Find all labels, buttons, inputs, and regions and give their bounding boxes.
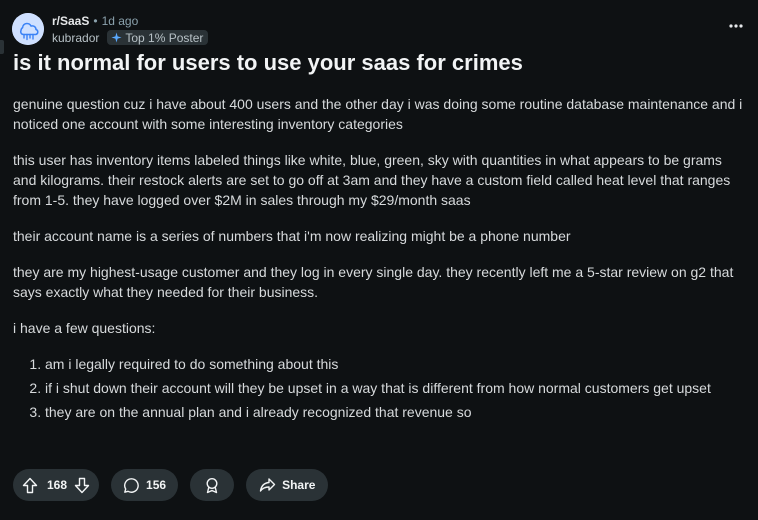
upvote-button[interactable] bbox=[21, 476, 39, 494]
post-action-bar: 168 156 Share bbox=[13, 469, 340, 501]
post-body: genuine question cuz i have about 400 us… bbox=[13, 94, 745, 426]
body-paragraph: i have a few questions: bbox=[13, 320, 156, 336]
subreddit-avatar[interactable] bbox=[12, 13, 44, 45]
upvote-arrow-icon bbox=[22, 477, 38, 493]
award-button[interactable] bbox=[190, 469, 235, 501]
post-age: 1d ago bbox=[101, 13, 139, 28]
post-title[interactable]: is it normal for users to use your saas … bbox=[13, 48, 523, 78]
body-paragraph: this user has inventory items labeled th… bbox=[13, 152, 731, 208]
subreddit-name-link[interactable]: r/SaaS bbox=[52, 13, 89, 29]
vote-score: 168 bbox=[47, 478, 68, 492]
author-link[interactable]: kubrador bbox=[52, 30, 99, 46]
body-paragraph: their account name is a series of number… bbox=[13, 228, 571, 244]
share-arrow-icon bbox=[259, 478, 276, 492]
questions-list: am i legally required to do something ab… bbox=[13, 354, 745, 422]
share-label: Share bbox=[282, 478, 316, 492]
comments-button[interactable]: 156 bbox=[111, 469, 179, 501]
comment-count: 156 bbox=[146, 478, 167, 492]
downvote-arrow-icon bbox=[74, 477, 90, 493]
meta-row-author: kubrador Top 1% Poster bbox=[52, 30, 209, 46]
share-button[interactable]: Share bbox=[246, 469, 329, 501]
downvote-button[interactable] bbox=[73, 476, 91, 494]
post-edge-marker bbox=[0, 40, 4, 54]
more-options-button[interactable] bbox=[728, 18, 744, 34]
award-icon bbox=[206, 477, 218, 493]
body-paragraph: they are my highest-usage customer and t… bbox=[13, 264, 734, 300]
comment-bubble-icon bbox=[124, 477, 139, 493]
user-flair-label: Top 1% Poster bbox=[125, 30, 204, 45]
list-item: if i shut down their account will they b… bbox=[45, 378, 745, 398]
ellipsis-icon bbox=[729, 24, 743, 28]
post-meta: r/SaaS • 1d ago kubrador Top 1% Poster bbox=[52, 13, 209, 46]
vote-control: 168 bbox=[13, 469, 100, 501]
list-item: am i legally required to do something ab… bbox=[45, 354, 745, 374]
post-header: r/SaaS • 1d ago kubrador Top 1% Poster bbox=[12, 12, 209, 46]
separator-dot: • bbox=[93, 13, 98, 28]
body-paragraph: genuine question cuz i have about 400 us… bbox=[13, 96, 743, 132]
post-card: r/SaaS • 1d ago kubrador Top 1% Poster i… bbox=[0, 0, 758, 520]
cloud-avatar-icon bbox=[12, 13, 44, 45]
meta-row-subreddit: r/SaaS • 1d ago bbox=[52, 13, 208, 29]
list-item: they are on the annual plan and i alread… bbox=[45, 402, 745, 422]
user-flair-badge: Top 1% Poster bbox=[107, 30, 209, 45]
sparkle-icon bbox=[111, 32, 122, 43]
